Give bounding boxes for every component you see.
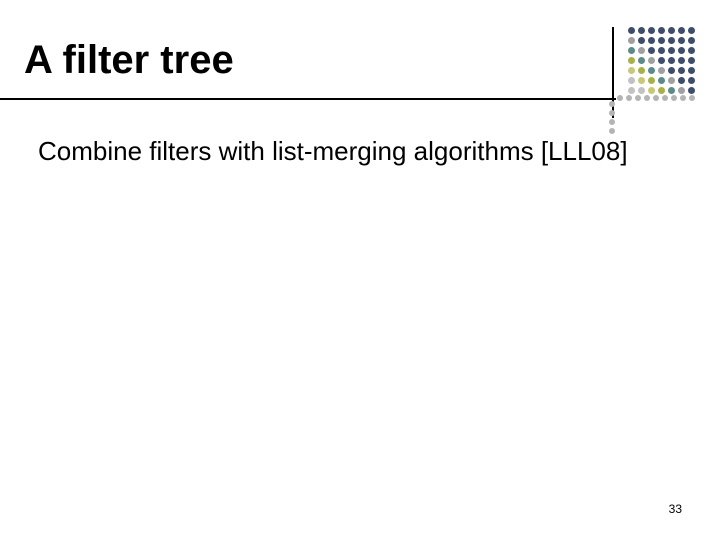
slide: A filter tree [0,0,720,540]
page-number: 33 [669,502,682,516]
vertical-fade-dots [609,101,615,134]
horizontal-fade-dots [617,95,695,101]
slide-body-text: Combine filters with list-merging algori… [38,136,628,167]
corner-dot-grid [628,27,695,97]
title-underline [0,98,616,100]
slide-title: A filter tree [24,38,234,83]
